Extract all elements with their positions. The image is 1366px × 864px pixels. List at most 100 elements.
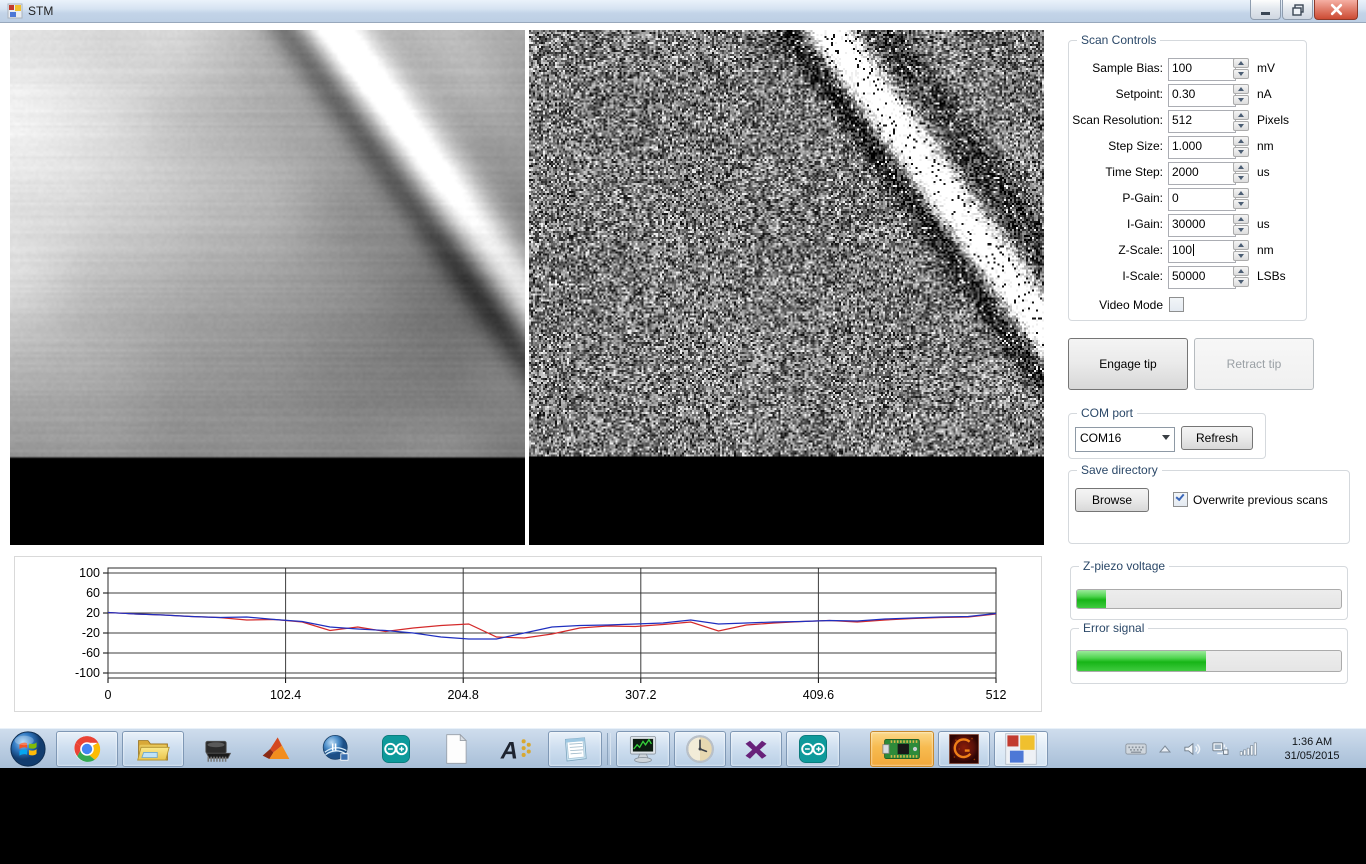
visual-studio-button[interactable] <box>730 731 782 767</box>
arduino-ide-button[interactable] <box>786 731 840 767</box>
spin-up-button[interactable] <box>1233 240 1249 250</box>
keyboard-tray-icon[interactable] <box>1125 741 1147 757</box>
title-bar: STM <box>0 0 1366 23</box>
signal-bars-tray-icon[interactable] <box>1239 742 1257 756</box>
unit-label: nm <box>1257 139 1274 153</box>
chrome-button[interactable] <box>56 731 118 767</box>
unit-label: mV <box>1257 61 1275 75</box>
video-mode-checkbox[interactable] <box>1169 297 1184 312</box>
z-piezo-voltage-group: Z-piezo voltage <box>1070 566 1348 620</box>
stm-app-button[interactable] <box>994 731 1048 767</box>
svg-text:100: 100 <box>79 566 100 580</box>
matlab-button[interactable] <box>248 732 304 766</box>
spin-up-button[interactable] <box>1233 162 1249 172</box>
volume-tray-icon[interactable] <box>1183 741 1201 757</box>
spin-up-button[interactable] <box>1233 266 1249 276</box>
fiery-app-button[interactable] <box>938 731 990 767</box>
spin-down-button[interactable] <box>1233 69 1249 79</box>
scan-control-row: Sample Bias: 100 mV <box>1069 58 1306 79</box>
spin-down-button[interactable] <box>1233 251 1249 261</box>
notepad-button[interactable] <box>548 731 602 767</box>
unit-label: us <box>1257 165 1270 179</box>
save-directory-group: Save directory Browse Overwrite previous… <box>1068 470 1350 544</box>
spin-up-button[interactable] <box>1233 84 1249 94</box>
app-icon <box>7 3 23 19</box>
field-label: Step Size: <box>1069 139 1163 153</box>
spin-down-button[interactable] <box>1233 147 1249 157</box>
retract-tip-button[interactable]: Retract tip <box>1194 338 1314 390</box>
numeric-input[interactable]: 0 <box>1168 188 1236 211</box>
com-port-select[interactable]: COM16 <box>1075 427 1175 452</box>
explorer-button[interactable] <box>122 731 184 767</box>
svg-text:102.4: 102.4 <box>270 688 301 702</box>
overwrite-label: Overwrite previous scans <box>1193 493 1328 507</box>
spin-down-button[interactable] <box>1233 121 1249 131</box>
field-label: Sample Bias: <box>1069 61 1163 75</box>
taskbar-clock[interactable]: 1:36 AM 31/05/2015 <box>1266 729 1358 768</box>
spin-down-button[interactable] <box>1233 199 1249 209</box>
scan-control-row: Step Size: 1.000 nm <box>1069 136 1306 157</box>
svg-text:60: 60 <box>86 586 100 600</box>
field-label: I-Scale: <box>1069 269 1163 283</box>
com-port-group: COM port COM16 Refresh <box>1068 413 1266 459</box>
window-title: STM <box>28 4 53 18</box>
numeric-input[interactable]: 512 <box>1168 110 1236 133</box>
spin-down-button[interactable] <box>1233 173 1249 183</box>
clock-app-button[interactable] <box>674 731 726 767</box>
refresh-button[interactable]: Refresh <box>1181 426 1253 450</box>
altium-button[interactable]: A <box>488 732 544 766</box>
field-label: Scan Resolution: <box>1069 113 1163 127</box>
numeric-input[interactable]: 50000 <box>1168 266 1236 289</box>
restore-button[interactable] <box>1282 0 1313 20</box>
field-label: Z-Scale: <box>1069 243 1163 257</box>
numeric-input[interactable]: 0.30 <box>1168 84 1236 107</box>
svg-text:II: II <box>331 743 337 754</box>
field-label: Time Step: <box>1069 165 1163 179</box>
engage-tip-button[interactable]: Engage tip <box>1068 338 1188 390</box>
network-plug-tray-icon[interactable] <box>1211 741 1229 757</box>
overwrite-checkbox[interactable] <box>1173 492 1188 507</box>
svg-text:20: 20 <box>86 606 100 620</box>
numeric-input[interactable]: 30000 <box>1168 214 1236 237</box>
start-button[interactable] <box>4 732 52 766</box>
spin-down-button[interactable] <box>1233 95 1249 105</box>
spin-down-button[interactable] <box>1233 225 1249 235</box>
svg-text:409.6: 409.6 <box>803 688 834 702</box>
com-port-caption: COM port <box>1077 406 1137 420</box>
spin-up-button[interactable] <box>1233 214 1249 224</box>
spin-up-button[interactable] <box>1233 136 1249 146</box>
spin-up-button[interactable] <box>1233 110 1249 120</box>
task-manager-button[interactable] <box>616 731 670 767</box>
taskbar-separator <box>607 733 611 765</box>
browse-button[interactable]: Browse <box>1075 488 1149 512</box>
z-piezo-caption: Z-piezo voltage <box>1079 559 1169 573</box>
spin-down-button[interactable] <box>1233 277 1249 287</box>
video-mode-row: Video Mode <box>1069 295 1306 316</box>
numeric-input[interactable]: 100 <box>1168 240 1236 263</box>
numeric-input[interactable]: 1.000 <box>1168 136 1236 159</box>
scan-controls-rows: Sample Bias:100mVSetpoint:0.30nAScan Res… <box>1069 41 1306 320</box>
spin-up-button[interactable] <box>1233 188 1249 198</box>
scan-control-row: Time Step: 2000 us <box>1069 162 1306 183</box>
numeric-input[interactable]: 2000 <box>1168 162 1236 185</box>
document-button[interactable] <box>428 732 484 766</box>
spin-up-button[interactable] <box>1233 58 1249 68</box>
chevron-down-icon <box>1162 435 1170 440</box>
z-piezo-progress-fill <box>1077 590 1106 608</box>
svg-text:-60: -60 <box>82 646 100 660</box>
minimize-button[interactable] <box>1250 0 1281 20</box>
scan-control-row: I-Scale:50000LSBs <box>1069 266 1306 287</box>
unit-label: us <box>1257 217 1270 231</box>
svg-text:A: A <box>500 737 518 764</box>
svg-text:307.2: 307.2 <box>625 688 656 702</box>
arduino-button[interactable] <box>368 732 424 766</box>
error-signal-caption: Error signal <box>1079 621 1148 635</box>
teensy-button[interactable] <box>870 731 934 767</box>
hidden-icons-arrow[interactable] <box>1157 743 1173 755</box>
scan-control-row: I-Gain:30000us <box>1069 214 1306 235</box>
sphere-app-button[interactable]: II <box>308 732 364 766</box>
numeric-input[interactable]: 100 <box>1168 58 1236 81</box>
close-button[interactable] <box>1314 0 1358 20</box>
ic-chip-button[interactable] <box>188 732 244 766</box>
scan-controls-group: Scan Controls Sample Bias:100mVSetpoint:… <box>1068 40 1307 321</box>
